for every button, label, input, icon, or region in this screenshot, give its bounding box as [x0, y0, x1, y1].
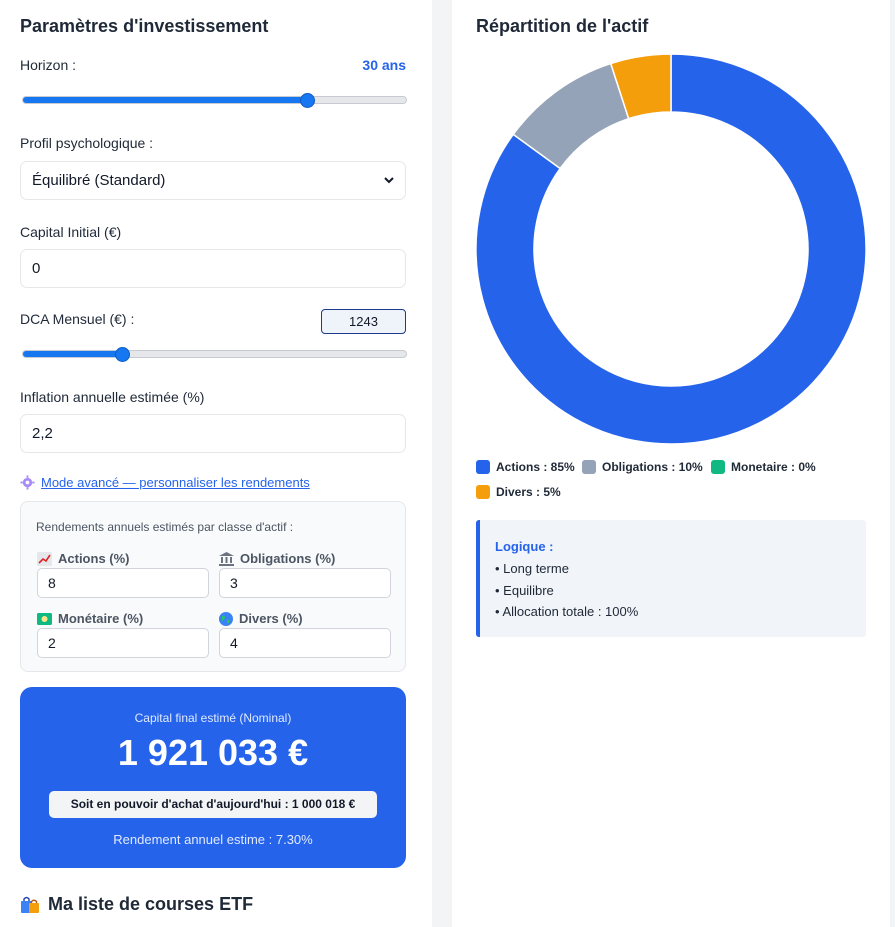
legend-label-actions: Actions : 85%	[496, 460, 575, 474]
chart-up-icon	[37, 551, 52, 566]
shopping-bags-icon	[21, 896, 39, 913]
bank-icon	[219, 551, 234, 566]
annual-return: Rendement annuel estime : 7.30%	[113, 832, 313, 847]
advanced-mode-link[interactable]: Mode avancé — personnaliser les rendemen…	[20, 475, 310, 490]
obligations-label-text: Obligations (%)	[240, 551, 336, 566]
actions-input-value: 8	[48, 575, 56, 591]
legend-item-monetaire: Monetaire : 0%	[711, 460, 816, 474]
legend-swatch-divers	[476, 485, 490, 499]
legend-swatch-actions	[476, 460, 490, 474]
result-label: Capital final estimé (Nominal)	[134, 711, 292, 725]
monetaire-input[interactable]: 2	[37, 628, 209, 658]
logic-line: • Long terme	[495, 561, 569, 576]
divers-input-value: 4	[230, 635, 238, 651]
monetaire-input-value: 2	[48, 635, 56, 651]
legend-label-obligations: Obligations : 10%	[602, 460, 703, 474]
horizon-label: Horizon :	[20, 57, 77, 73]
result-value: 1 921 033 €	[117, 732, 309, 773]
dca-input[interactable]: 1243	[321, 309, 406, 334]
horizon-slider-thumb[interactable]	[299, 93, 315, 108]
allocation-title: Répartition de l'actif	[476, 16, 649, 36]
result-card: Capital final estimé (Nominal) 1 921 033…	[20, 687, 406, 868]
monetaire-label-text: Monétaire (%)	[58, 611, 144, 626]
panel-title: Paramètres d'investissement	[20, 16, 269, 36]
logic-box: Logique : • Long terme • Equilibre • All…	[476, 520, 866, 637]
dca-label: DCA Mensuel (€) :	[20, 311, 135, 327]
legend-label-monetaire: Monetaire : 0%	[731, 460, 816, 474]
advanced-description: Rendements annuels estimés par classe d'…	[36, 520, 294, 534]
monetaire-label: Monétaire (%)	[37, 611, 143, 626]
profile-label: Profil psychologique :	[20, 135, 154, 151]
profile-select[interactable]: Équilibré (Standard)	[20, 161, 406, 200]
horizon-value: 30 ans	[362, 57, 406, 73]
obligations-input[interactable]: 3	[219, 568, 391, 598]
logic-title: Logique :	[495, 539, 554, 554]
legend-item-obligations: Obligations : 10%	[582, 460, 703, 474]
dca-slider-fill	[23, 351, 123, 357]
horizon-slider[interactable]	[22, 96, 407, 104]
actions-input[interactable]: 8	[37, 568, 209, 598]
dca-slider[interactable]	[22, 350, 407, 358]
profile-selected-value: Équilibré (Standard)	[32, 172, 166, 189]
inflation-label: Inflation annuelle estimée (%)	[20, 389, 205, 405]
capital-input[interactable]: 0	[20, 249, 406, 288]
divers-label: Divers (%)	[219, 611, 303, 626]
horizon-slider-fill	[23, 97, 307, 103]
divers-input[interactable]: 4	[219, 628, 391, 658]
legend-item-actions: Actions : 85%	[476, 460, 575, 474]
legend-label-divers: Divers : 5%	[496, 485, 561, 499]
purchasing-power-badge: Soit en pouvoir d'achat d'aujourd'hui : …	[49, 791, 377, 818]
divers-label-text: Divers (%)	[239, 611, 303, 626]
actions-label-text: Actions (%)	[58, 551, 130, 566]
allocation-donut-chart	[476, 54, 866, 444]
legend-item-divers: Divers : 5%	[476, 485, 561, 499]
investment-parameters-panel: Paramètres d'investissement Horizon : 30…	[0, 0, 432, 927]
logic-line: • Equilibre	[495, 583, 554, 598]
legend-swatch-monetaire	[711, 460, 725, 474]
banknote-icon	[37, 612, 52, 625]
globe-icon	[219, 611, 233, 626]
legend-swatch-obligations	[582, 460, 596, 474]
inflation-input[interactable]: 2,2	[20, 414, 406, 453]
gear-icon	[20, 475, 35, 490]
etf-list-title-text: Ma liste de courses ETF	[48, 894, 254, 914]
actions-label: Actions (%)	[37, 551, 130, 566]
capital-value: 0	[32, 260, 41, 277]
inflation-value: 2,2	[32, 425, 53, 442]
obligations-label: Obligations (%)	[219, 551, 335, 566]
obligations-input-value: 3	[230, 575, 238, 591]
dca-slider-thumb[interactable]	[115, 347, 131, 362]
advanced-returns-box: Rendements annuels estimés par classe d'…	[20, 501, 406, 672]
capital-label: Capital Initial (€)	[20, 224, 122, 240]
etf-list-title: Ma liste de courses ETF	[20, 894, 253, 915]
logic-line: • Allocation totale : 100%	[495, 604, 639, 619]
chevron-down-icon	[384, 177, 394, 184]
advanced-mode-label: Mode avancé — personnaliser les rendemen…	[41, 475, 310, 490]
